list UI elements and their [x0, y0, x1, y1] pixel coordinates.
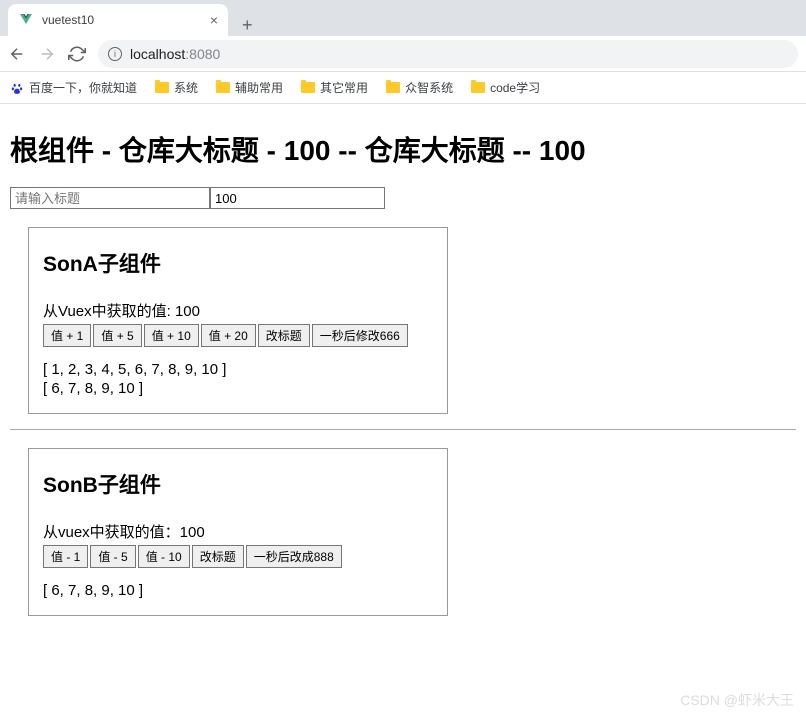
title-input[interactable]	[10, 187, 210, 209]
bookmark-baidu[interactable]: 百度一下，你就知道	[10, 79, 137, 96]
bookmark-label: code学习	[490, 79, 540, 96]
back-button[interactable]	[8, 45, 26, 63]
plus-20-button[interactable]: 值 + 20	[201, 324, 256, 347]
bookmark-label: 其它常用	[320, 79, 368, 96]
bookmark-folder-3[interactable]: 众智系统	[386, 79, 453, 96]
son-b-title: SonB子组件	[43, 469, 433, 499]
minus-1-button[interactable]: 值 - 1	[43, 545, 88, 568]
info-icon[interactable]: i	[108, 47, 122, 61]
change-title-button-a[interactable]: 改标题	[258, 324, 310, 347]
url-host: localhost	[130, 46, 185, 62]
value-input[interactable]	[210, 187, 385, 209]
browser-toolbar: i localhost:8080	[0, 36, 806, 72]
watermark: CSDN @虾米大王	[680, 690, 794, 710]
bookmark-folder-0[interactable]: 系统	[155, 79, 198, 96]
url-text: localhost:8080	[130, 46, 220, 62]
folder-icon	[301, 82, 315, 93]
folder-icon	[471, 82, 485, 93]
url-bar[interactable]: i localhost:8080	[98, 40, 798, 68]
bookmark-folder-2[interactable]: 其它常用	[301, 79, 368, 96]
minus-10-button[interactable]: 值 - 10	[138, 545, 190, 568]
new-tab-button[interactable]: +	[236, 15, 259, 36]
bookmark-folder-1[interactable]: 辅助常用	[216, 79, 283, 96]
bookmark-label: 众智系统	[405, 79, 453, 96]
folder-icon	[216, 82, 230, 93]
vue-favicon	[18, 12, 34, 28]
plus-5-button[interactable]: 值 + 5	[93, 324, 141, 347]
reload-button[interactable]	[68, 45, 86, 63]
son-b-buttons: 值 - 1 值 - 5 值 - 10 改标题 一秒后改成888	[43, 545, 433, 568]
son-b-component: SonB子组件 从vuex中获取的值：100 值 - 1 值 - 5 值 - 1…	[28, 448, 448, 616]
close-icon[interactable]: ×	[210, 12, 218, 28]
son-a-title: SonA子组件	[43, 248, 433, 278]
son-a-buttons: 值 + 1 值 + 5 值 + 10 值 + 20 改标题 一秒后修改666	[43, 324, 433, 347]
inputs-row	[10, 187, 796, 209]
change-title-button-b[interactable]: 改标题	[192, 545, 244, 568]
folder-icon	[155, 82, 169, 93]
son-a-array-2: [ 6, 7, 8, 9, 10 ]	[43, 380, 433, 397]
plus-10-button[interactable]: 值 + 10	[144, 324, 199, 347]
browser-tab[interactable]: vuetest10 ×	[8, 4, 228, 36]
browser-chrome: vuetest10 × + i localhost:8080 百度一下，你就知道	[0, 0, 806, 104]
delayed-888-button[interactable]: 一秒后改成888	[246, 545, 342, 568]
page-content: 根组件 - 仓库大标题 - 100 -- 仓库大标题 -- 100 SonA子组…	[0, 104, 806, 641]
tab-bar: vuetest10 × +	[0, 0, 806, 36]
bookmark-label: 辅助常用	[235, 79, 283, 96]
son-a-info: 从Vuex中获取的值: 100	[43, 300, 433, 321]
bookmarks-bar: 百度一下，你就知道 系统 辅助常用 其它常用 众智系统 code学习	[0, 72, 806, 104]
son-b-info: 从vuex中获取的值：100	[43, 521, 433, 542]
plus-1-button[interactable]: 值 + 1	[43, 324, 91, 347]
minus-5-button[interactable]: 值 - 5	[90, 545, 135, 568]
son-a-component: SonA子组件 从Vuex中获取的值: 100 值 + 1 值 + 5 值 + …	[28, 227, 448, 414]
bookmark-label: 百度一下，你就知道	[29, 79, 137, 96]
divider	[10, 429, 796, 430]
delayed-666-button[interactable]: 一秒后修改666	[312, 324, 408, 347]
bookmark-label: 系统	[174, 79, 198, 96]
son-b-array-1: [ 6, 7, 8, 9, 10 ]	[43, 582, 433, 599]
forward-button[interactable]	[38, 45, 56, 63]
tab-title: vuetest10	[42, 13, 202, 27]
page-title: 根组件 - 仓库大标题 - 100 -- 仓库大标题 -- 100	[10, 129, 796, 169]
baidu-icon	[10, 81, 24, 95]
folder-icon	[386, 82, 400, 93]
url-port: :8080	[185, 46, 220, 62]
bookmark-folder-4[interactable]: code学习	[471, 79, 540, 96]
son-a-array-1: [ 1, 2, 3, 4, 5, 6, 7, 8, 9, 10 ]	[43, 361, 433, 378]
